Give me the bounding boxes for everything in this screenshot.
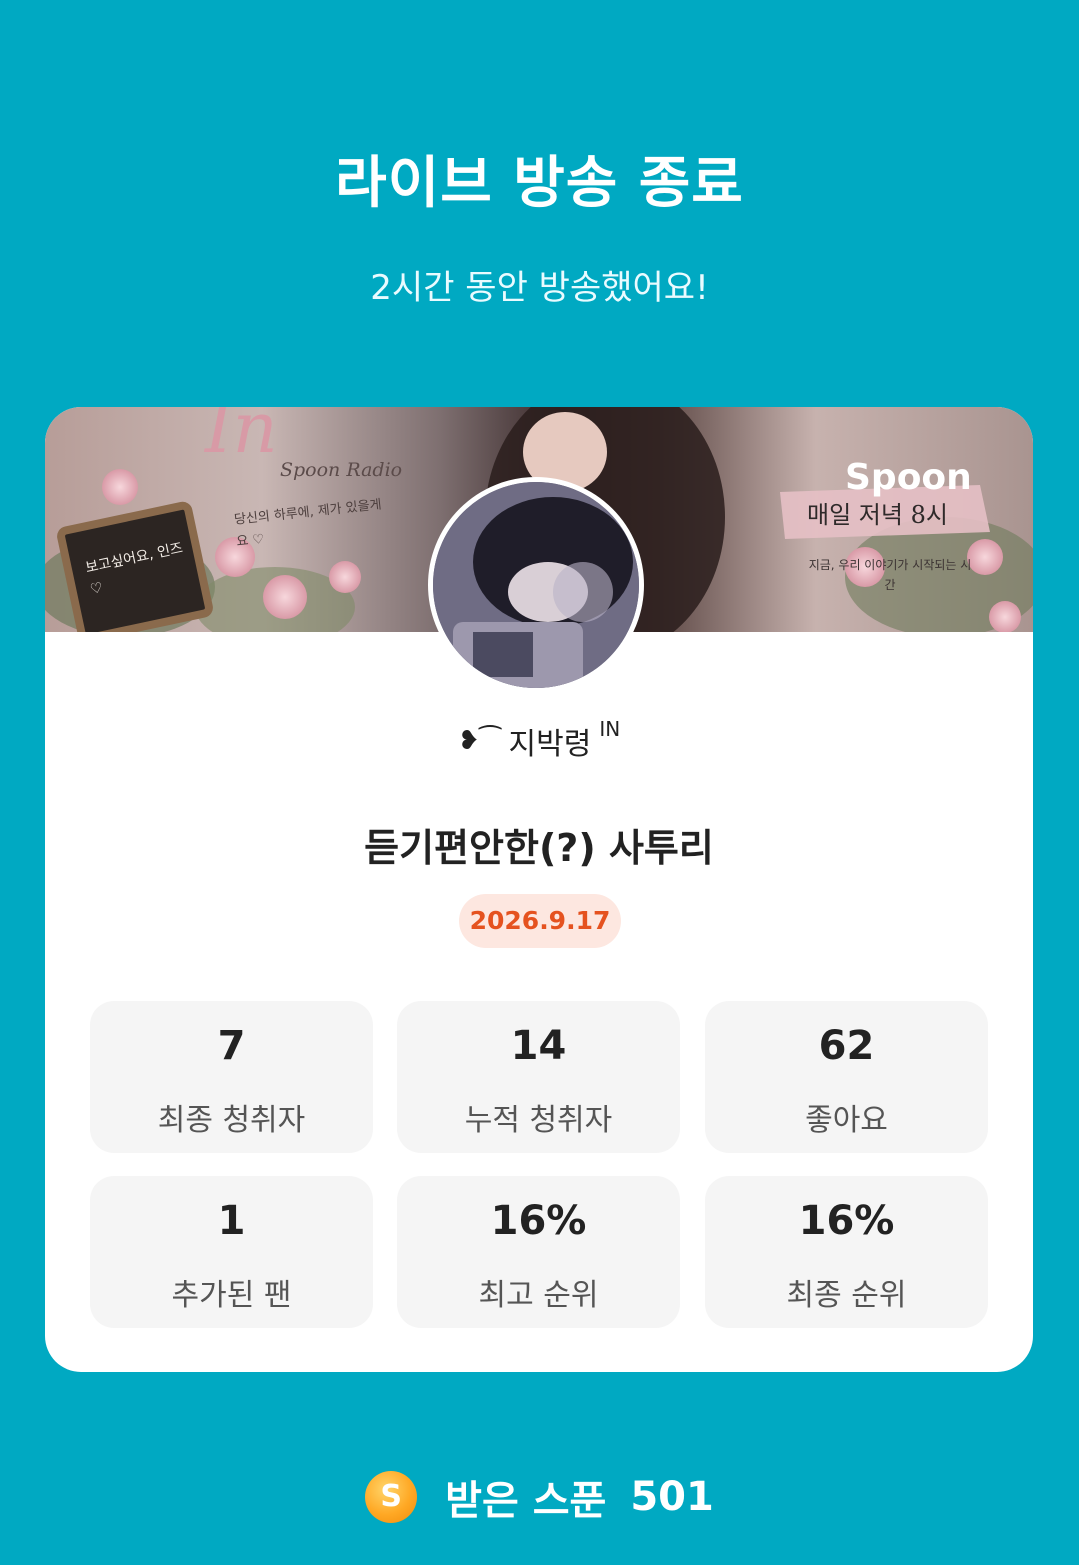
received-spoons-count: 501 bbox=[630, 1474, 714, 1520]
nickname: 지박령 bbox=[508, 727, 592, 762]
banner-spoon-radio: Spoon Radio bbox=[280, 459, 403, 481]
date-badge: 2026.9.17 bbox=[459, 894, 621, 948]
received-spoons-label: 받은 스푼 bbox=[445, 1478, 607, 1524]
stat-best-rank: 16% 최고 순위 bbox=[397, 1176, 680, 1328]
stat-final-listeners: 7 최종 청취자 bbox=[90, 1001, 373, 1153]
stat-value: 16% bbox=[798, 1198, 895, 1244]
stat-label: 최종 청취자 bbox=[157, 1103, 306, 1138]
stat-new-fans: 1 추가된 팬 bbox=[90, 1176, 373, 1328]
result-card: In Spoon Radio 당신의 하루에, 제가 있을게요 ♡ 보고싶어요,… bbox=[45, 407, 1033, 1372]
page-title: 라이브 방송 종료 bbox=[335, 151, 744, 216]
stat-total-listeners: 14 누적 청취자 bbox=[397, 1001, 680, 1153]
page-subtitle: 2시간 동안 방송했어요! bbox=[370, 268, 709, 308]
stat-label: 최종 순위 bbox=[786, 1278, 907, 1313]
stat-label: 좋아요 bbox=[805, 1103, 888, 1138]
stat-value: 7 bbox=[217, 1023, 246, 1069]
stat-value: 62 bbox=[818, 1023, 875, 1069]
spoon-coin-icon: S bbox=[365, 1471, 418, 1523]
banner-brand: Spoon bbox=[845, 457, 972, 498]
stat-label: 누적 청취자 bbox=[464, 1103, 613, 1138]
stat-value: 1 bbox=[217, 1198, 246, 1244]
stat-label: 추가된 팬 bbox=[171, 1278, 292, 1313]
broadcast-title: 듣기편안한(?) 사투리 bbox=[364, 826, 714, 870]
banner-schedule: 매일 저녁 8시 bbox=[807, 501, 948, 529]
banner-right-text: 지금, 우리 이야기가 시작되는 시간 bbox=[808, 558, 972, 592]
nickname-row: ❥︎⁀ 지박령 IN bbox=[45, 717, 1033, 763]
banner-script-title: In bbox=[205, 407, 278, 469]
stat-value: 14 bbox=[510, 1023, 567, 1069]
stat-likes: 62 좋아요 bbox=[705, 1001, 988, 1153]
nickname-decoration: ❥︎⁀ bbox=[457, 726, 501, 756]
stat-value: 16% bbox=[490, 1198, 587, 1244]
stat-final-rank: 16% 최종 순위 bbox=[705, 1176, 988, 1328]
nickname-superscript: IN bbox=[599, 717, 621, 741]
avatar[interactable] bbox=[428, 477, 644, 693]
stat-label: 최고 순위 bbox=[478, 1278, 599, 1313]
received-spoons: S 받은 스푼 501 bbox=[0, 1465, 1079, 1529]
